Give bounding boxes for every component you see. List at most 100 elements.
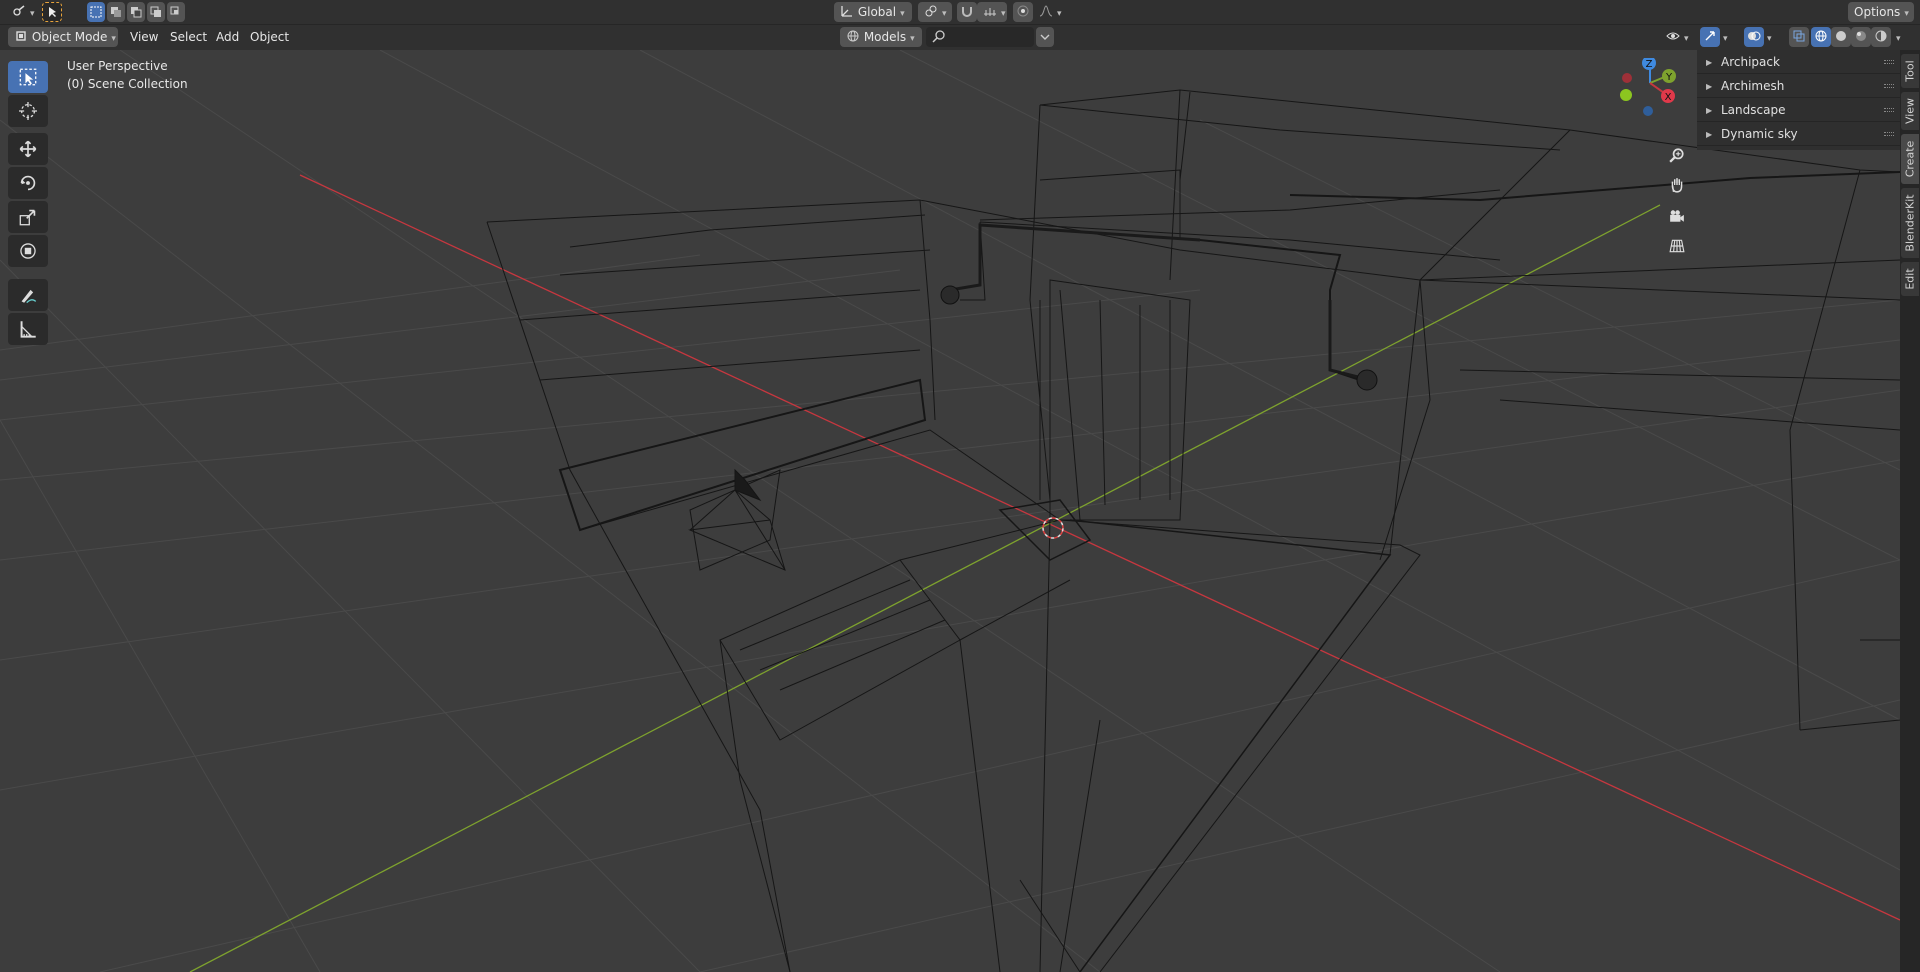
snap-increment-icon (984, 8, 996, 16)
select-new-button[interactable] (87, 2, 105, 22)
tool-transform[interactable] (8, 235, 48, 267)
select-box-icon (19, 68, 37, 86)
pivot-point-dropdown[interactable]: ▾ (918, 2, 952, 22)
scene-canvas[interactable] (0, 50, 1900, 972)
drag-handle-icon[interactable] (1884, 108, 1894, 112)
collapse-arrow-icon: ▶ (1706, 58, 1713, 67)
panel-archipack[interactable]: ▶ Archipack (1697, 51, 1900, 74)
select-intersect-button[interactable] (167, 2, 185, 22)
3d-viewport[interactable]: User Perspective (0) Scene Collection Z … (0, 50, 1900, 972)
falloff-dropdown[interactable]: ▾ (1033, 2, 1063, 22)
tool-rotate[interactable] (8, 167, 48, 199)
overlays-dropdown[interactable]: ▾ (1764, 27, 1780, 47)
select-invert-button[interactable] (147, 2, 165, 22)
collection-label: (0) Scene Collection (67, 77, 188, 91)
options-dropdown[interactable]: Options ▾ (1848, 2, 1914, 22)
tool-select-box[interactable] (8, 61, 48, 93)
select-new-icon (90, 6, 102, 18)
shading-material-button[interactable] (1851, 27, 1871, 47)
overlays-icon (1748, 31, 1761, 41)
projection-toggle-button[interactable] (1664, 233, 1690, 259)
xray-toggle[interactable] (1789, 27, 1809, 47)
object-mode-icon (16, 31, 26, 41)
tab-create[interactable]: Create (1901, 134, 1919, 184)
transform-orientation-label: Global (857, 5, 897, 19)
overlays-toggle[interactable] (1744, 27, 1764, 47)
select-extend-icon (111, 7, 121, 17)
select-extend-button[interactable] (107, 2, 125, 22)
visibility-dropdown[interactable]: ▾ (1664, 27, 1694, 47)
zoom-icon (1669, 148, 1684, 163)
search-icon (932, 30, 945, 43)
tab-edit[interactable]: Edit (1901, 262, 1919, 296)
mode-dropdown[interactable]: Object Mode ▾ (8, 27, 118, 47)
panel-archimesh[interactable]: ▶ Archimesh (1697, 75, 1900, 98)
menu-view[interactable]: View (124, 27, 164, 47)
drag-handle-icon[interactable] (1884, 132, 1894, 136)
transform-orientation-dropdown[interactable]: Global ▾ (834, 2, 912, 22)
tool-move[interactable] (8, 133, 48, 165)
zoom-button[interactable] (1664, 142, 1690, 168)
shading-rendered-button[interactable] (1871, 27, 1891, 47)
top-header: ▾ Global ▾ ▾ ▾ ▾ Options ▾ (0, 0, 1920, 25)
tool-cursor[interactable] (8, 95, 48, 127)
navigation-gizmo[interactable]: Z Y X (1605, 58, 1685, 138)
xray-icon (1793, 30, 1805, 42)
panel-landscape[interactable]: ▶ Landscape (1697, 99, 1900, 122)
gizmo-z-label: Z (1646, 59, 1653, 70)
tab-tool-label: Tool (1903, 60, 1917, 82)
camera-icon (1670, 210, 1684, 222)
sidebar-tabs: Tool View Create BlenderKit Edit (1900, 50, 1920, 972)
pan-button[interactable] (1664, 172, 1690, 198)
rendered-sphere-icon (1875, 30, 1887, 42)
menu-add[interactable]: Add (210, 27, 245, 47)
shading-dropdown[interactable]: ▾ (1893, 27, 1909, 47)
menu-select[interactable]: Select (164, 27, 213, 47)
camera-view-button[interactable] (1664, 203, 1690, 229)
pipe-end-right (1356, 369, 1378, 391)
perspective-label: User Perspective (67, 59, 168, 73)
tab-blenderkit[interactable]: BlenderKit (1901, 188, 1919, 258)
tab-blenderkit-label: BlenderKit (1903, 194, 1917, 252)
tool-annotate[interactable] (8, 279, 48, 311)
falloff-curve-icon (1039, 5, 1053, 17)
blender-window: ▾ Global ▾ ▾ ▾ ▾ Options ▾ Object Mode ▾… (0, 0, 1920, 972)
scale-icon (19, 209, 36, 226)
gizmo-neg-z-handle[interactable] (1643, 106, 1653, 116)
annotate-icon (21, 289, 37, 304)
select-mode-button[interactable] (42, 2, 62, 22)
tab-view-label: View (1903, 97, 1917, 125)
transform-icon (20, 243, 36, 259)
arrow-cursor-icon (49, 7, 56, 17)
tab-view[interactable]: View (1901, 92, 1919, 130)
collection-filter-dropdown[interactable]: Models ▾ (840, 27, 922, 47)
gizmo-neg-y-handle[interactable] (1620, 89, 1632, 101)
shading-solid-button[interactable] (1831, 27, 1851, 47)
drag-handle-icon[interactable] (1884, 84, 1894, 88)
menu-object[interactable]: Object (244, 27, 295, 47)
filter-options-button[interactable] (1036, 27, 1054, 47)
proportional-edit-toggle[interactable] (1013, 2, 1033, 22)
perspective-grid-icon (1669, 239, 1685, 253)
editor-type-button[interactable]: ▾ (6, 2, 36, 22)
gizmo-dropdown[interactable]: ▾ (1720, 27, 1736, 47)
drag-handle-icon[interactable] (1884, 60, 1894, 64)
tab-tool[interactable]: Tool (1901, 54, 1919, 88)
tab-edit-label: Edit (1903, 268, 1917, 290)
solid-sphere-icon (1836, 31, 1846, 41)
move-icon (19, 140, 37, 158)
snap-target-dropdown[interactable]: ▾ (977, 2, 1007, 22)
gizmo-toggle[interactable] (1700, 27, 1720, 47)
select-subtract-button[interactable] (127, 2, 145, 22)
tool-scale[interactable] (8, 201, 48, 233)
gizmo-neg-x-handle[interactable] (1622, 73, 1632, 83)
panel-dynamic-sky[interactable]: ▶ Dynamic sky (1697, 123, 1900, 146)
tool-measure[interactable] (8, 313, 48, 345)
eye-icon (1666, 32, 1680, 40)
search-input[interactable] (926, 27, 1034, 47)
editor-type-icon (13, 5, 25, 16)
mode-label: Object Mode (31, 30, 108, 44)
snap-toggle[interactable] (957, 2, 977, 22)
globe-icon (847, 30, 859, 42)
shading-wireframe-button[interactable] (1811, 27, 1831, 47)
